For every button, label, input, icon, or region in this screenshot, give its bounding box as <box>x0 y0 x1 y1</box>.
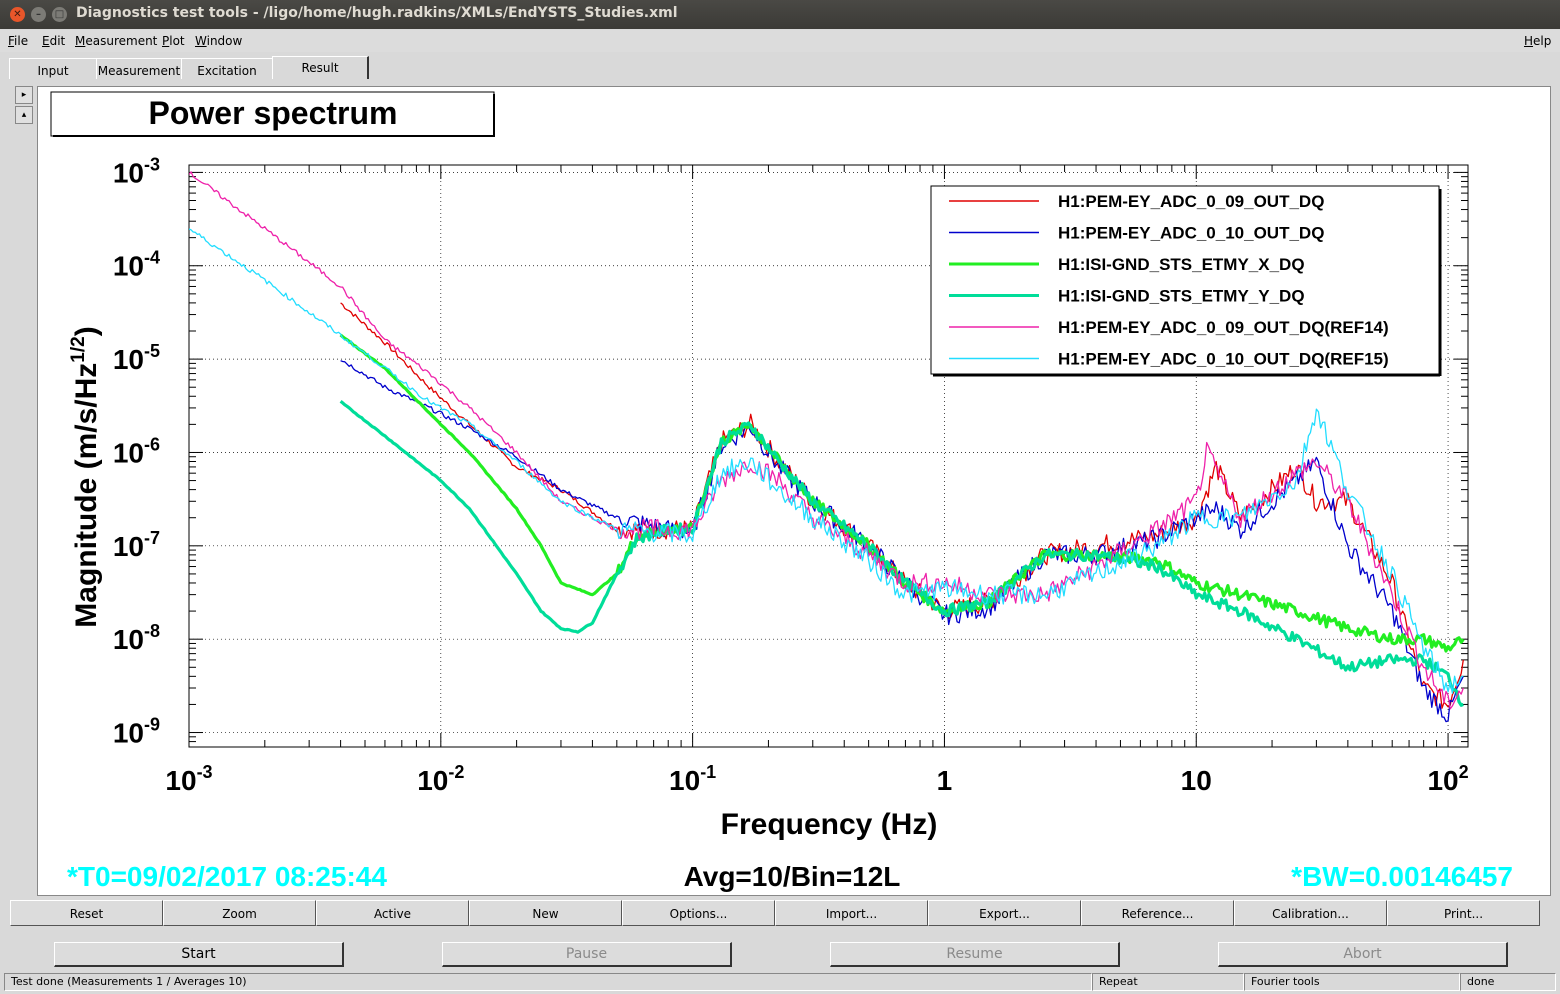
legend-label-2: H1:ISI-GND_STS_ETMY_X_DQ <box>1058 255 1305 274</box>
minimize-icon[interactable]: – <box>31 7 46 22</box>
tab-result[interactable]: Result <box>272 56 369 79</box>
status-mode: Repeat <box>1092 973 1244 991</box>
tab-bar: Input Measurement Excitation Result <box>0 56 1560 80</box>
menu-file[interactable]: File <box>8 34 28 48</box>
tab-excitation[interactable]: Excitation <box>181 58 273 79</box>
status-message: Test done (Measurements 1 / Averages 10) <box>4 973 1092 991</box>
footer-avg: Avg=10/Bin=12L <box>684 861 901 892</box>
menu-edit[interactable]: Edit <box>42 34 65 48</box>
status-tool: Fourier tools <box>1244 973 1460 991</box>
y-tick-label: 10-9 <box>113 715 160 749</box>
power-spectrum-plot: Power spectrum 10-3 10-2 10-1 1 10 102 10-9 10-8… <box>50 91 1513 892</box>
legend-label-4: H1:PEM-EY_ADC_0_09_OUT_DQ(REF14) <box>1058 318 1389 337</box>
plot-canvas[interactable]: Power spectrum 10-3 10-2 10-1 1 10 102 10-9 10-8… <box>37 86 1551 896</box>
footer-t0: *T0=09/02/2017 08:25:44 <box>67 861 387 892</box>
menu-plot[interactable]: Plot <box>162 34 185 48</box>
y-axis-label: Magnitude (m/s/Hz1/2) <box>68 326 103 627</box>
resume-button[interactable]: Resume <box>830 942 1120 967</box>
toolbar-button-reset[interactable]: Reset <box>10 900 163 926</box>
toolbar-button-new[interactable]: New <box>469 900 622 926</box>
close-icon[interactable]: ✕ <box>10 7 25 22</box>
tab-input[interactable]: Input <box>9 58 97 79</box>
y-tick-label: 10-5 <box>113 341 160 375</box>
menu-window[interactable]: Window <box>195 34 242 48</box>
footer-bw: *BW=0.00146457 <box>1291 861 1513 892</box>
toolbar-button-options[interactable]: Options... <box>622 900 775 926</box>
y-tick-label: 10-4 <box>113 248 160 282</box>
toolbar-button-import[interactable]: Import... <box>775 900 928 926</box>
menu-help[interactable]: Help <box>1524 34 1551 48</box>
menu-bar: File Edit Measurement Plot Window Help <box>0 30 1560 52</box>
collapse-arrow-icon[interactable]: ▴ <box>15 106 33 124</box>
expand-arrow-icon[interactable]: ▸ <box>15 86 33 104</box>
x-tick-label: 10 <box>1181 765 1212 796</box>
window-titlebar: ✕ – □ Diagnostics test tools - /ligo/hom… <box>0 0 1560 29</box>
start-button[interactable]: Start <box>54 942 344 967</box>
abort-button[interactable]: Abort <box>1218 942 1508 967</box>
toolbar-button-calibration[interactable]: Calibration... <box>1234 900 1387 926</box>
x-tick-label: 10-2 <box>417 762 464 796</box>
x-axis-label: Frequency (Hz) <box>721 808 938 841</box>
toolbar-button-active[interactable]: Active <box>316 900 469 926</box>
x-tick-label: 10-1 <box>669 762 716 796</box>
toolbar-button-zoom[interactable]: Zoom <box>163 900 316 926</box>
x-tick-label: 10-3 <box>165 762 212 796</box>
legend-label-0: H1:PEM-EY_ADC_0_09_OUT_DQ <box>1058 192 1324 211</box>
menu-measurement[interactable]: Measurement <box>75 34 157 48</box>
legend-box <box>930 185 1440 375</box>
status-bar: Test done (Measurements 1 / Averages 10)… <box>0 971 1560 991</box>
legend-label-5: H1:PEM-EY_ADC_0_10_OUT_DQ(REF15) <box>1058 350 1389 369</box>
window-title: Diagnostics test tools - /ligo/home/hugh… <box>76 5 678 21</box>
status-state: done <box>1460 973 1556 991</box>
toolbar-button-reference[interactable]: Reference... <box>1081 900 1234 926</box>
action-bar: Start Pause Resume Abort <box>0 938 1560 968</box>
x-tick-label: 1 <box>937 765 953 796</box>
legend-label-3: H1:ISI-GND_STS_ETMY_Y_DQ <box>1058 287 1305 306</box>
plot-toolbar: Reset Zoom Active New Options... Import... Exp… <box>10 900 1542 926</box>
y-tick-label: 10-7 <box>113 528 160 562</box>
toolbar-button-print[interactable]: Print... <box>1387 900 1540 926</box>
x-tick-label: 102 <box>1427 762 1468 796</box>
pause-button[interactable]: Pause <box>442 942 732 967</box>
plot-title: Power spectrum <box>149 95 398 131</box>
y-tick-label: 10-3 <box>113 154 160 188</box>
y-tick-label: 10-6 <box>113 434 160 468</box>
maximize-icon[interactable]: □ <box>52 7 67 22</box>
toolbar-button-export[interactable]: Export... <box>928 900 1081 926</box>
y-tick-label: 10-8 <box>113 621 160 655</box>
tab-measurement[interactable]: Measurement <box>96 58 182 79</box>
legend-label-1: H1:PEM-EY_ADC_0_10_OUT_DQ <box>1058 224 1324 243</box>
